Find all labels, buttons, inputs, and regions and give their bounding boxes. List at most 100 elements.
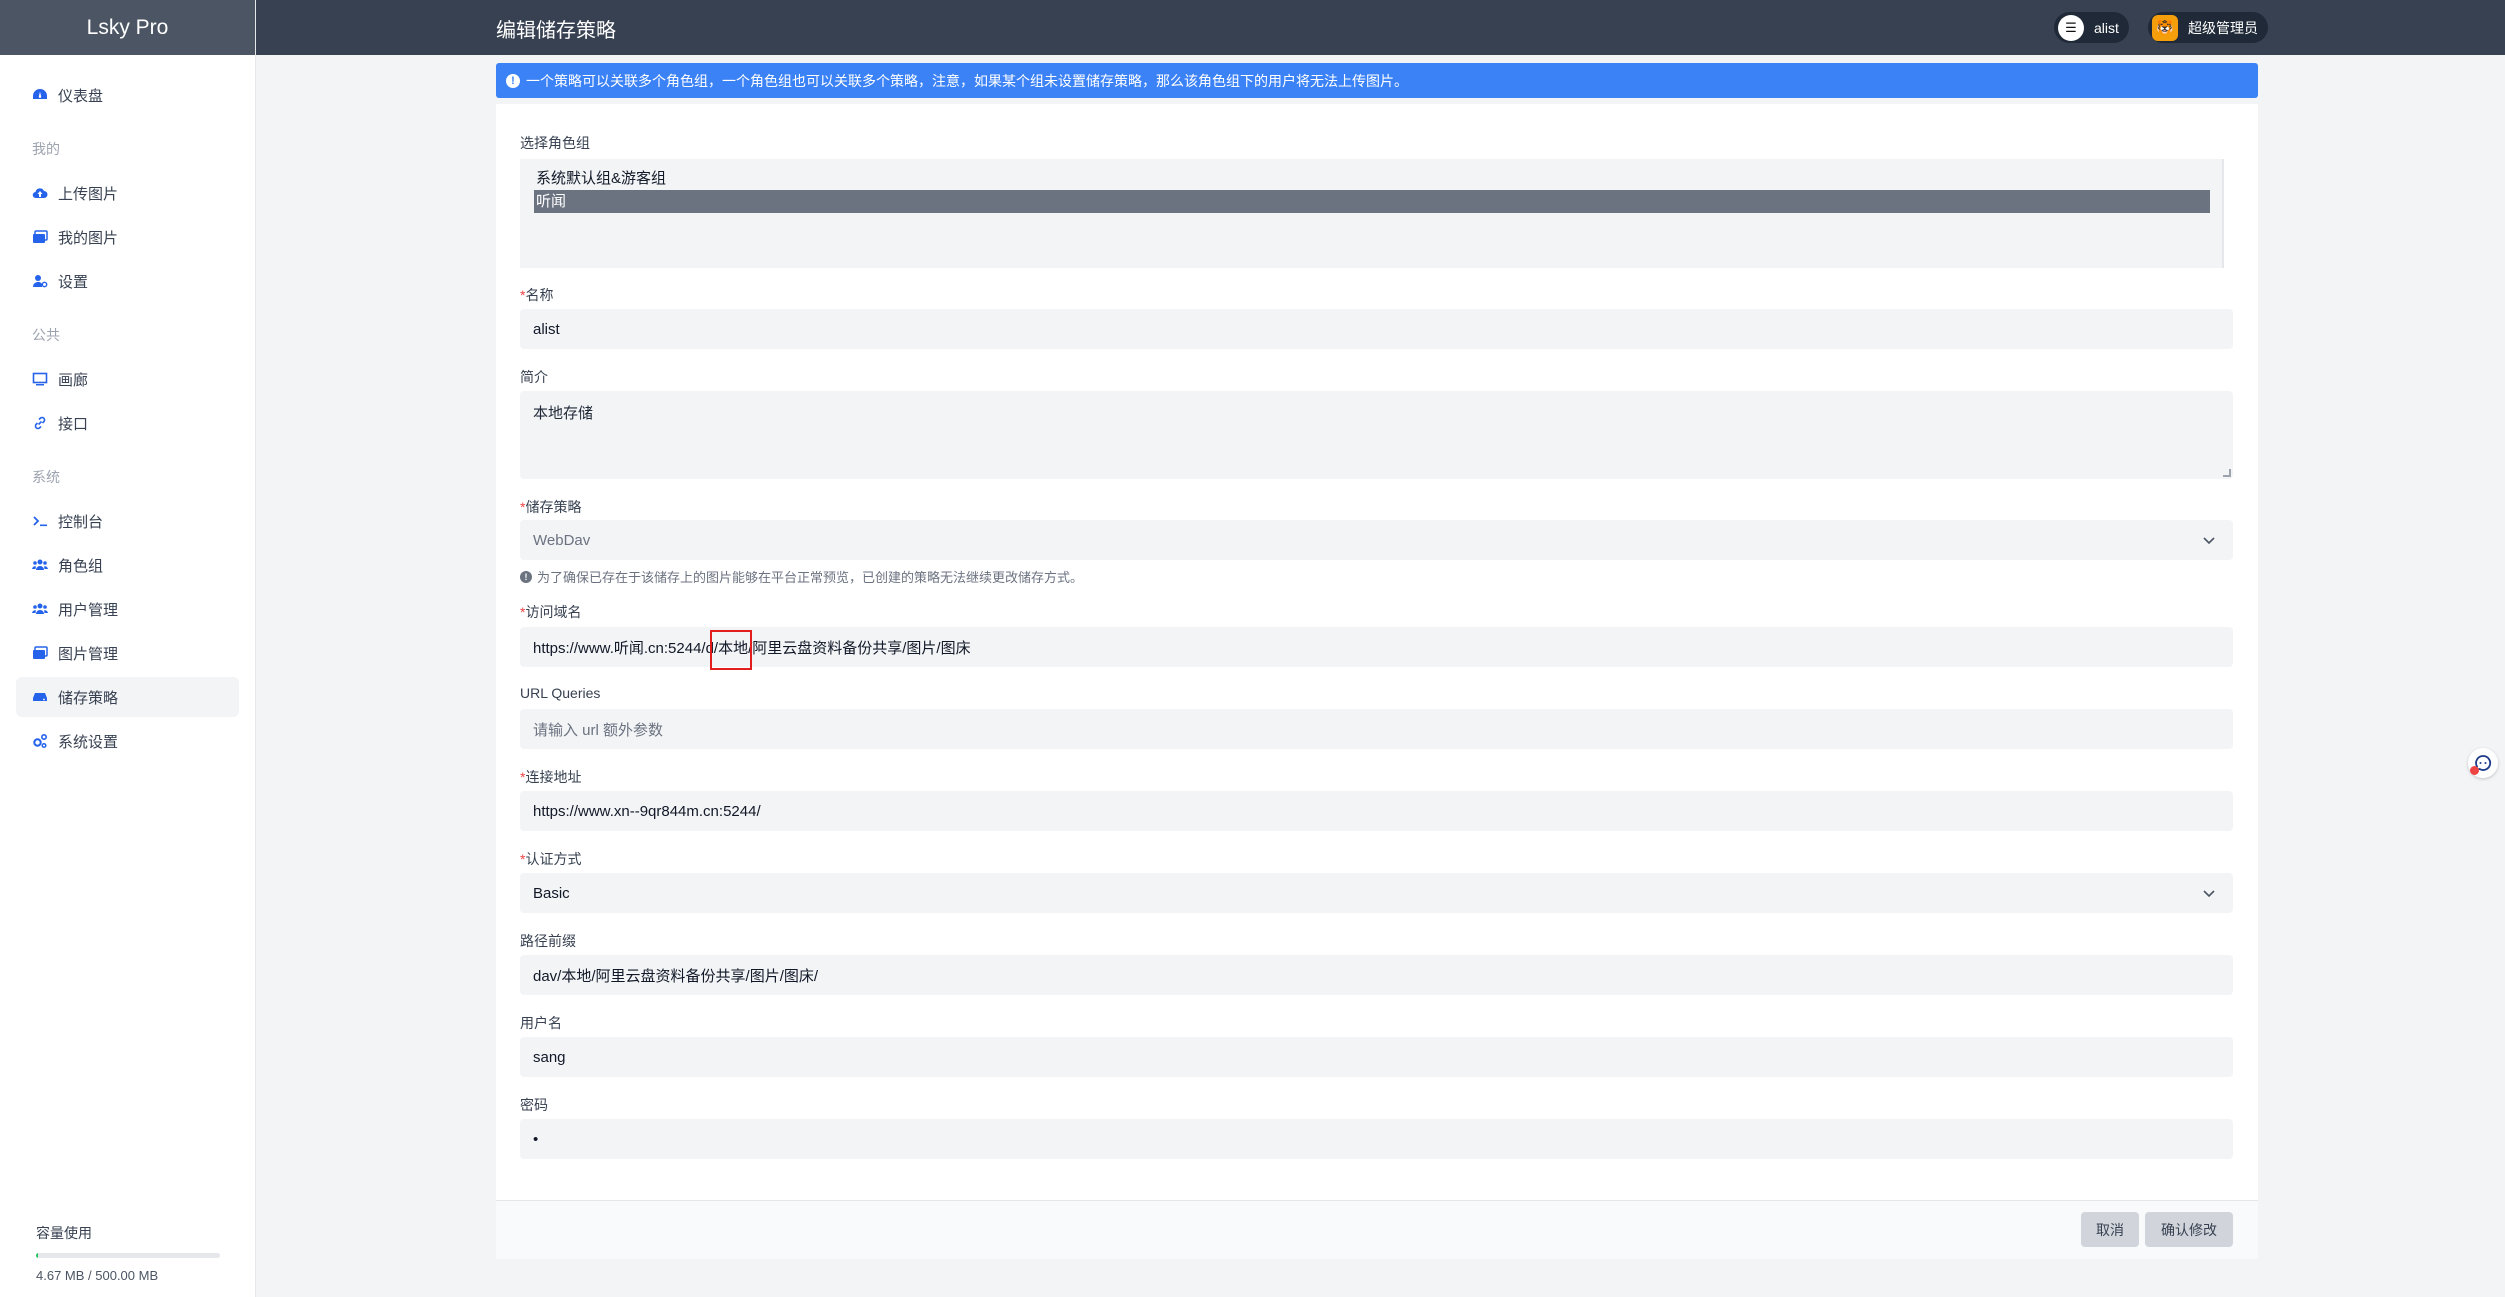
sidebar-item-system-settings[interactable]: 系统设置 <box>16 721 239 761</box>
sidebar-item-label: 控制台 <box>58 513 104 531</box>
strategy-switcher-label: alist <box>2094 19 2119 36</box>
highlight-annotation <box>710 630 752 670</box>
alert-text: 一个策略可以关联多个角色组，一个角色组也可以关联多个策略，注意，如果某个组未设置… <box>526 72 1408 89</box>
sidebar-item-dashboard[interactable]: 仪表盘 <box>16 75 239 115</box>
storage-progress-bar <box>36 1253 220 1258</box>
sidebar-item-console[interactable]: 控制台 <box>16 501 239 541</box>
connection-label-text: 连接地址 <box>525 769 582 785</box>
domain-label-text: 访问域名 <box>525 604 582 620</box>
strategy-select-value: WebDav <box>533 531 591 549</box>
link-icon <box>32 415 58 431</box>
sidebar-item-label: 接口 <box>58 415 89 433</box>
user-gear-icon <box>32 273 58 289</box>
brand-logo[interactable]: Lsky Pro <box>0 0 255 55</box>
storage-progress-fill <box>36 1253 38 1258</box>
gears-icon <box>32 733 58 749</box>
sidebar-item-roles[interactable]: 角色组 <box>16 545 239 585</box>
sidebar: Lsky Pro 仪表盘 我的 上传图片 我的图片 设置 公共 画廊 接口 系统 <box>0 0 256 1297</box>
nav-group-public: 公共 <box>32 327 60 343</box>
sidebar-item-image-manage[interactable]: 图片管理 <box>16 633 239 673</box>
sidebar-item-label: 系统设置 <box>58 733 119 751</box>
name-label-text: 名称 <box>525 287 554 303</box>
role-multiselect[interactable]: 系统默认组&游客组 听闻 <box>520 159 2224 268</box>
images-icon <box>32 229 58 245</box>
sidebar-nav: 仪表盘 我的 上传图片 我的图片 设置 公共 画廊 接口 系统 控制台 角色组 … <box>0 55 255 761</box>
chat-widget-button[interactable] <box>2468 748 2498 778</box>
strategy-label: *储存策略 <box>520 497 581 517</box>
intro-textarea[interactable]: 本地存储 <box>520 391 2233 479</box>
role-label: 选择角色组 <box>520 135 590 151</box>
sidebar-item-api[interactable]: 接口 <box>16 403 239 443</box>
page-title: 编辑储存策略 <box>496 20 616 42</box>
chevron-down-icon <box>2203 890 2215 898</box>
sidebar-item-label: 画廊 <box>58 371 89 389</box>
gauge-icon <box>32 87 58 103</box>
sidebar-item-strategies[interactable]: 储存策略 <box>16 677 239 717</box>
form-footer <box>496 1200 2258 1259</box>
sidebar-item-upload[interactable]: 上传图片 <box>16 173 239 213</box>
menu-icon: ☰ <box>2058 14 2084 41</box>
storage-usage: 容量使用 4.67 MB / 500.00 MB <box>36 1223 220 1283</box>
terminal-icon <box>32 513 58 529</box>
cloud-upload-icon <box>32 185 58 201</box>
role-option[interactable]: 系统默认组&游客组 <box>534 167 2208 190</box>
auth-label-text: 认证方式 <box>525 851 582 867</box>
sidebar-item-label: 我的图片 <box>58 229 119 247</box>
sidebar-item-label: 储存策略 <box>58 689 119 707</box>
domain-input[interactable]: https://www.听闻.cn:5244/d/本地/阿里云盘资料备份共享/图… <box>520 627 2233 667</box>
sidebar-item-my-images[interactable]: 我的图片 <box>16 217 239 257</box>
sidebar-item-label: 角色组 <box>58 557 104 575</box>
sidebar-item-gallery[interactable]: 画廊 <box>16 359 239 399</box>
name-input[interactable]: alist <box>520 309 2233 349</box>
info-icon: ! <box>506 73 520 88</box>
prefix-input[interactable]: dav/本地/阿里云盘资料备份共享/图片/图床/ <box>520 955 2233 995</box>
storage-text: 4.67 MB / 500.00 MB <box>36 1268 159 1283</box>
username-label: 用户名 <box>520 1015 562 1031</box>
resize-handle[interactable] <box>2223 469 2231 477</box>
storage-title: 容量使用 <box>36 1225 92 1241</box>
images-icon <box>32 645 58 661</box>
connection-label: *连接地址 <box>520 767 581 787</box>
user-name: 超级管理员 <box>2188 19 2258 36</box>
intro-label: 简介 <box>520 369 548 385</box>
strategy-switcher[interactable]: ☰ alist <box>2054 12 2129 43</box>
role-option-selected[interactable]: 听闻 <box>534 190 2210 213</box>
nav-group-mine: 我的 <box>32 141 60 157</box>
password-input[interactable]: • <box>520 1119 2233 1159</box>
sidebar-item-label: 上传图片 <box>58 185 119 203</box>
connection-input[interactable]: https://www.xn--9qr844m.cn:5244/ <box>520 791 2233 831</box>
confirm-button[interactable]: 确认修改 <box>2145 1212 2233 1247</box>
strategy-hint: ! 为了确保已存在于该储存上的图片能够在平台正常预览，已创建的策略无法继续更改储… <box>520 567 1083 586</box>
info-icon: ! <box>520 570 532 583</box>
prefix-label: 路径前缀 <box>520 933 576 949</box>
users-icon <box>32 557 58 573</box>
username-input[interactable]: sang <box>520 1037 2233 1077</box>
users-icon <box>32 601 58 617</box>
monitor-icon <box>32 371 58 387</box>
user-menu[interactable]: 🐯 超级管理员 <box>2148 12 2268 43</box>
notification-badge <box>2470 766 2479 775</box>
sidebar-item-label: 设置 <box>58 273 89 291</box>
auth-select[interactable]: Basic <box>520 873 2233 913</box>
strategy-select: WebDav <box>520 520 2233 560</box>
queries-label: URL Queries <box>520 685 601 701</box>
domain-label: *访问域名 <box>520 602 581 622</box>
auth-select-value: Basic <box>533 884 570 902</box>
intro-text: 本地存储 <box>533 405 594 422</box>
topbar: 编辑储存策略 ☰ alist 🐯 超级管理员 <box>256 0 2505 55</box>
password-label: 密码 <box>520 1097 548 1113</box>
queries-input[interactable]: 请输入 url 额外参数 <box>520 709 2233 749</box>
avatar: 🐯 <box>2152 14 2178 41</box>
nav-group-system: 系统 <box>32 469 60 485</box>
sidebar-item-settings[interactable]: 设置 <box>16 261 239 301</box>
sidebar-item-label: 用户管理 <box>58 601 119 619</box>
sidebar-item-label: 图片管理 <box>58 645 119 663</box>
sidebar-item-users[interactable]: 用户管理 <box>16 589 239 629</box>
info-alert: ! 一个策略可以关联多个角色组，一个角色组也可以关联多个策略，注意，如果某个组未… <box>496 63 2258 98</box>
name-label: *名称 <box>520 285 553 305</box>
hard-drive-icon <box>32 689 58 705</box>
cancel-button[interactable]: 取消 <box>2081 1212 2139 1247</box>
scrollbar[interactable] <box>2494 55 2505 1297</box>
auth-label: *认证方式 <box>520 849 581 869</box>
strategy-hint-text: 为了确保已存在于该储存上的图片能够在平台正常预览，已创建的策略无法继续更改储存方… <box>537 570 1084 585</box>
